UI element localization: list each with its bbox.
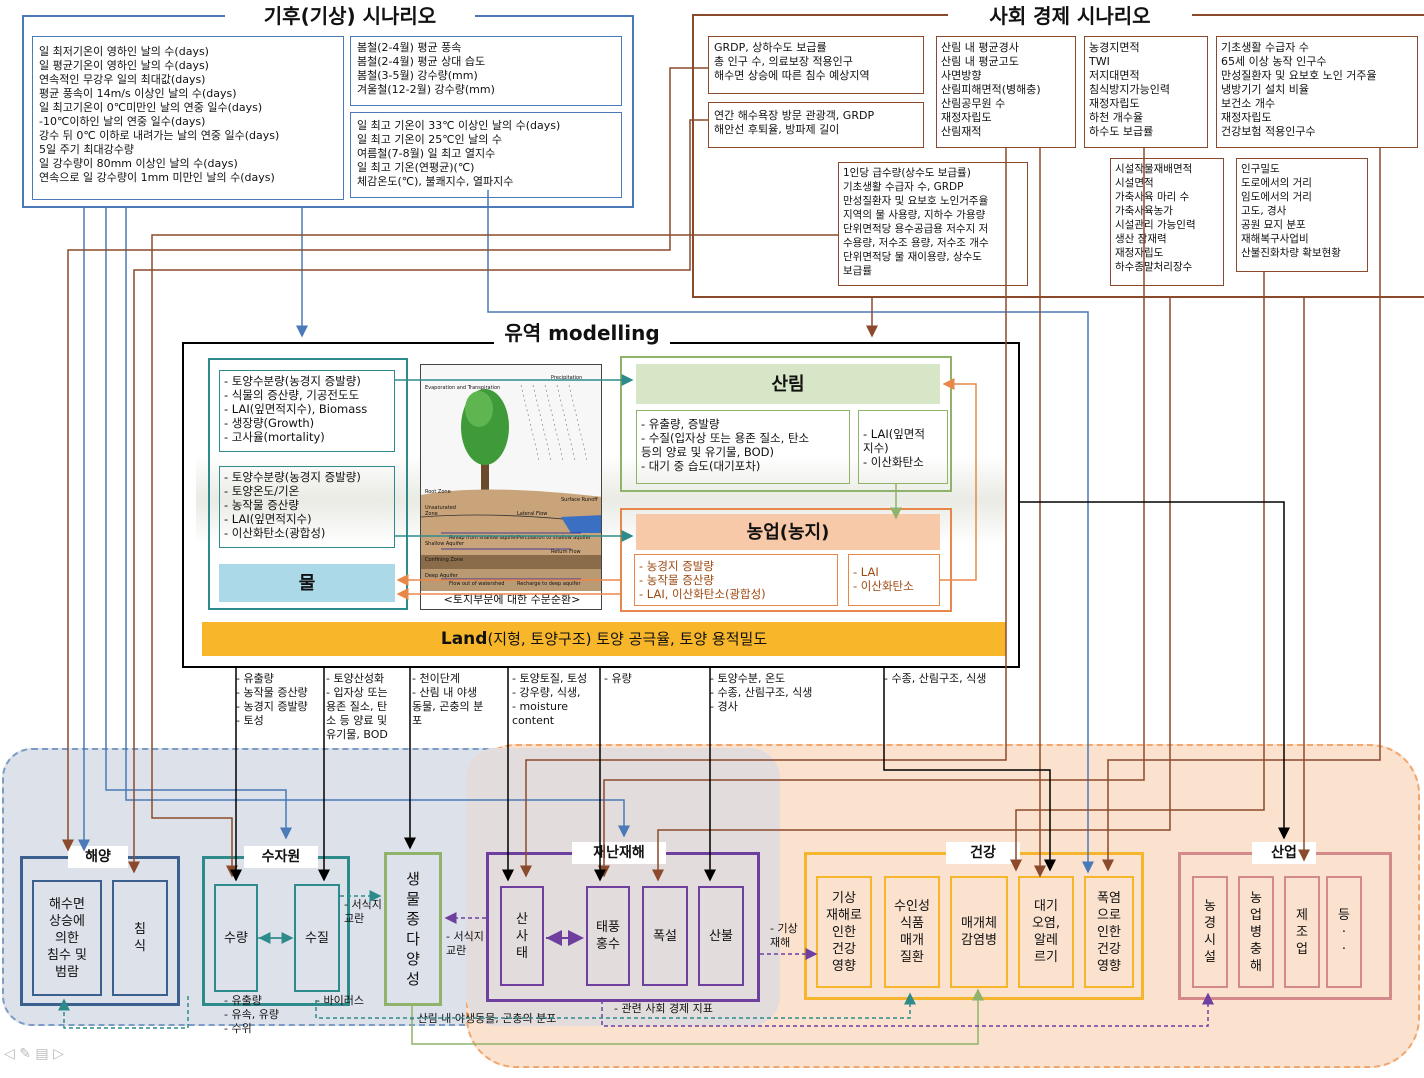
land-bar: Land(지형, 토양구조) 토양 공극율, 토양 용적밀도 bbox=[202, 622, 1006, 656]
edge-label-habitat-right: - 서식지 교란 bbox=[446, 930, 484, 957]
industry-title: 산업 bbox=[1252, 842, 1316, 864]
edge-label-species: - 수종, 산림구조, 식생 bbox=[884, 672, 987, 685]
agriculture-side-list: - LAI - 이산화탄소 bbox=[848, 554, 940, 606]
forest-variable-list: - 유출량, 증발량 - 수질(입자상 또는 용존 질소, 탄소 등의 양료 및… bbox=[636, 410, 850, 484]
water-quality: 수질 bbox=[294, 884, 340, 992]
ocean-title: 해양 bbox=[68, 846, 128, 868]
socio-box-farmland: 농경지면적 TWI 저지대면적 침식방지가능인력 재정자립도 하천 개수율 하수… bbox=[1084, 36, 1208, 148]
agriculture-header: 농업(농지) bbox=[636, 514, 940, 550]
disaster-item-snow: 폭설 bbox=[642, 886, 688, 986]
socio-box-grdp: GRDP, 상하수도 보급률 총 인구 수, 의료보장 적용인구 해수면 상승에… bbox=[708, 36, 924, 94]
industry-item-farm-facility: 농 경 시 설 bbox=[1192, 876, 1228, 988]
water-resource-title: 수자원 bbox=[244, 846, 318, 868]
industry-item-manufacturing: 제 조 업 bbox=[1284, 876, 1320, 988]
fig-label-lateral: Lateral Flow bbox=[517, 511, 548, 517]
industry-item-etc: 등 · · bbox=[1326, 876, 1362, 988]
ocean-item-flooding: 해수면 상승에 의한 침수 및 범람 bbox=[32, 880, 102, 996]
climate-box-seasonal: 봄철(2-4월) 평균 풍속 봄철(2-4월) 평균 상대 습도 봄철(3-5월… bbox=[350, 36, 622, 106]
climate-box-heat: 일 최고 기온이 33℃ 이상인 날의 수(days) 일 최고 기온이 25℃… bbox=[350, 112, 622, 198]
agriculture-variable-list: - 농경지 증발량 - 농작물 증산량 - LAI, 이산화탄소(광합성) bbox=[634, 554, 838, 606]
edge-label-soil: - 토양토질, 토성 - 강우량, 식생, - moisture content bbox=[512, 672, 588, 727]
fig-label-recharge: Recharge to deep aquifer bbox=[517, 581, 581, 587]
industry-item-pests: 농 업 병 충 해 bbox=[1238, 876, 1274, 988]
land-description: (지형, 토양구조) 토양 공극율, 토양 용적밀도 bbox=[487, 630, 768, 648]
socio-box-welfare: 기초생활 수급자 수 65세 이상 농작 인구수 만성질환자 및 요보호 노인 … bbox=[1216, 36, 1418, 148]
crop-variable-list: - 토양수분량(농경지 증발량) - 토양온도/기온 - 농작물 증산량 - L… bbox=[219, 466, 395, 548]
watershed-model-title: 유역 modelling bbox=[494, 320, 670, 346]
disaster-item-landslide: 산 사 태 bbox=[500, 886, 544, 986]
socio-box-facility-farming: 시설작물재배면적 시설면적 가축사육 마리 수 가축사육농가 시설관리 가능인력… bbox=[1110, 158, 1224, 286]
hydrologic-cycle-caption: <토지부문에 대한 수문순환> bbox=[421, 591, 601, 609]
edge-label-virus: - 바이러스 bbox=[316, 994, 364, 1007]
fig-label-precip: Precipitation bbox=[551, 375, 583, 381]
fig-label-confining: Confining Zone bbox=[425, 557, 464, 563]
fig-label-flowout: Flow out of watershed bbox=[449, 581, 505, 587]
water-quantity: 수량 bbox=[214, 884, 258, 992]
health-item-waterborne: 수인성 식품 매개 질환 bbox=[884, 876, 940, 988]
fig-label-root: Root Zone bbox=[425, 489, 451, 495]
fig-label-deep: Deep Aquifer bbox=[425, 573, 458, 579]
water-box: 물 bbox=[219, 564, 395, 602]
fig-label-runoff: Surface Runoff bbox=[561, 497, 598, 503]
vegetation-variable-list: - 토양수분량(농경지 증발량) - 식물의 증산량, 기공전도도 - LAI(… bbox=[219, 370, 395, 452]
edge-label-bottom-runoff: - 유출량 - 유속, 유량 - 수위 bbox=[224, 994, 279, 1035]
health-item-vector: 매개체 감염병 bbox=[950, 876, 1008, 988]
disaster-item-typhoon: 태풍 홍수 bbox=[586, 886, 630, 986]
edge-label-wildlife: - 산림 내 야생동물, 곤충의 분포 bbox=[410, 1012, 557, 1025]
edge-label-weather-disaster: - 기상 재해 bbox=[770, 922, 798, 949]
disaster-title: 재난재해 bbox=[572, 842, 666, 864]
socio-box-forest: 산림 내 평균경사 산림 내 평균고도 사면방향 산림피해면적(병해충) 산림공… bbox=[936, 36, 1076, 148]
edge-label-acidification: - 토양산성화 - 입자상 또는 용존 질소, 탄 소 등 양료 및 유기물, … bbox=[326, 672, 388, 741]
socio-box-coast: 연간 해수욕장 방문 관광객, GRDP 해안선 후퇴율, 방파제 길이 bbox=[708, 102, 924, 148]
fig-label-evap: Evaporation and Transpiration bbox=[425, 385, 501, 391]
health-title: 건강 bbox=[946, 842, 1020, 864]
socio-box-water-supply: 1인당 급수량(상수도 보급률) 기초생활 수급자 수, GRDP 만성질환자 … bbox=[838, 162, 1028, 286]
edge-label-flow: - 유량 bbox=[604, 672, 632, 685]
biodiversity-sector: 생 물 종 다 양 성 bbox=[384, 852, 442, 1006]
edge-label-socio-indicator: - 관련 사회 경제 지표 bbox=[614, 1002, 713, 1015]
edge-label-moisture: - 토양수분, 온도 - 수종, 산림구조, 식생 - 경사 bbox=[710, 672, 813, 713]
edge-label-habitat-left: - 서식지 교란 bbox=[344, 898, 382, 925]
socio-box-population: 인구밀도 도로에서의 거리 임도에서의 거리 고도, 경사 공원 묘지 분포 재… bbox=[1236, 158, 1368, 272]
fig-label-unsat: Unsaturated Zone bbox=[425, 505, 456, 517]
slide-nav-icons[interactable]: ◁ ✎ ▤ ▷ bbox=[4, 1046, 124, 1066]
health-item-disaster: 기상 재해로 인한 건강 영향 bbox=[816, 876, 872, 988]
disaster-item-wildfire: 산불 bbox=[698, 886, 744, 986]
climate-scenario-title: 기후(기상) 시나리오 bbox=[225, 4, 475, 28]
socio-scenario-title: 사회 경제 시나리오 bbox=[948, 4, 1192, 28]
fig-label-return: Return Flow bbox=[551, 549, 581, 555]
ocean-item-erosion: 침 식 bbox=[112, 880, 168, 996]
forest-side-list: - LAI(잎면적 지수) - 이산화탄소 bbox=[858, 410, 948, 484]
hydrologic-cycle-figure: Evaporation and Transpiration Precipitat… bbox=[420, 364, 602, 610]
forest-header: 산림 bbox=[636, 364, 940, 404]
fig-label-shallow: Shallow Aquifer bbox=[425, 541, 464, 547]
edge-label-succession: - 천이단계 - 산림 내 야생 동물, 곤충의 분 포 bbox=[412, 672, 484, 727]
fig-label-perc: Percolation to shallow aquifer bbox=[517, 535, 591, 541]
fig-label-revap: Revap from shallow aquifer bbox=[449, 535, 518, 541]
land-title: Land bbox=[440, 629, 488, 649]
climate-box-extreme-days: 일 최저기온이 영하인 날의 수(days) 일 평균기온이 영하인 날의 수(… bbox=[32, 36, 344, 200]
edge-label-runoff: - 유출량 - 농작물 증산량 - 농경지 증발량 - 토성 bbox=[236, 672, 308, 727]
health-item-heatwave: 폭염 으로 인한 건강 영향 bbox=[1084, 876, 1134, 988]
health-item-air: 대기 오염, 알레 르기 bbox=[1018, 876, 1074, 988]
